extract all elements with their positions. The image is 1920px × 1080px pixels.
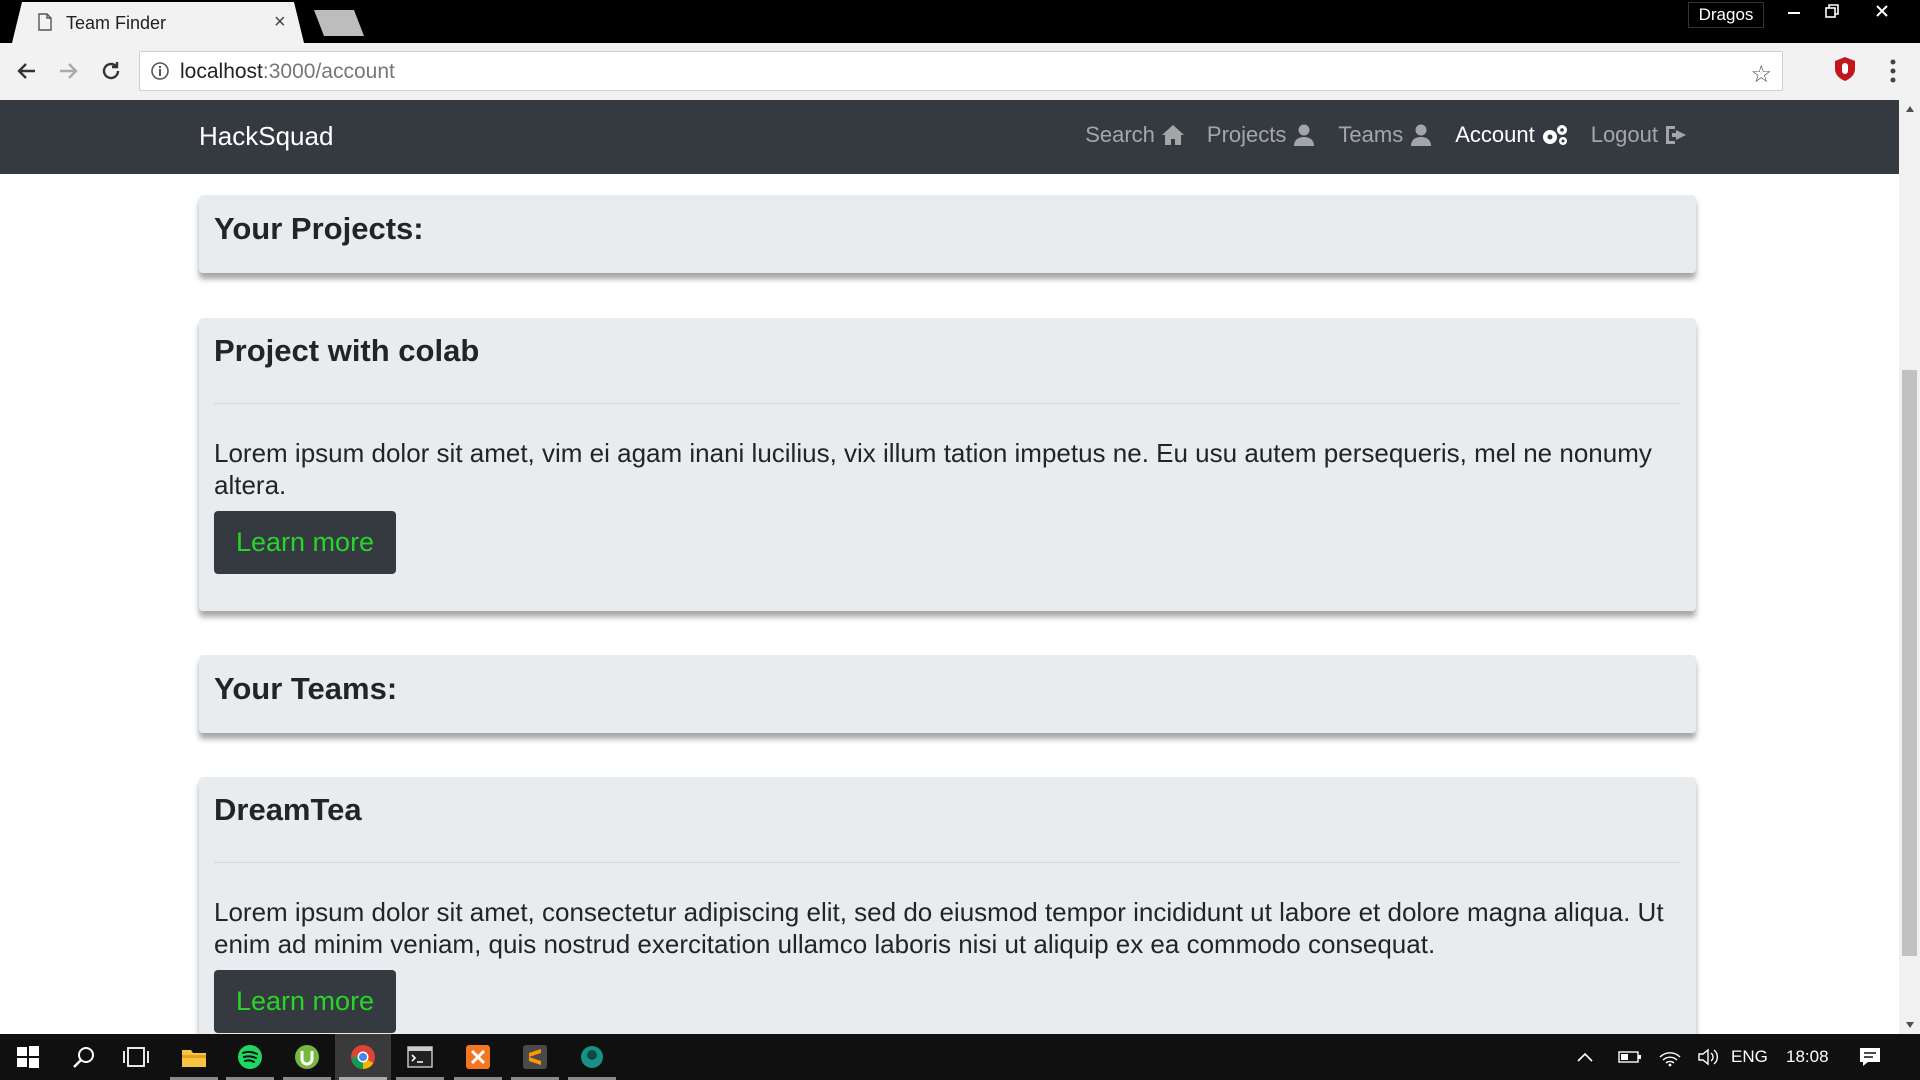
project-card: Project with colab Lorem ipsum dolor sit… xyxy=(199,318,1696,611)
page-viewport: HackSquad Search Projects Teams Account xyxy=(0,100,1899,1034)
windows-taskbar: ENG 18:08 xyxy=(0,1034,1920,1080)
windows-start-icon[interactable] xyxy=(0,1034,56,1080)
chrome-icon[interactable] xyxy=(335,1034,391,1080)
page-scrollbar[interactable] xyxy=(1899,100,1920,1034)
terminal-icon[interactable] xyxy=(392,1034,448,1080)
xampp-icon[interactable] xyxy=(450,1034,506,1080)
file-explorer-icon[interactable] xyxy=(166,1034,222,1080)
sublime-text-icon[interactable] xyxy=(507,1034,563,1080)
ublock-extension-icon[interactable] xyxy=(1831,55,1859,83)
nav-logout[interactable]: Logout xyxy=(1591,122,1688,148)
new-tab-button[interactable] xyxy=(314,10,364,36)
close-window-icon[interactable] xyxy=(1862,0,1902,28)
clock[interactable]: 18:08 xyxy=(1786,1047,1829,1067)
search-icon[interactable] xyxy=(56,1034,112,1080)
team-description: Lorem ipsum dolor sit amet, consectetur … xyxy=(214,897,1664,959)
tab-title: Team Finder xyxy=(66,13,167,33)
brand-logo[interactable]: HackSquad xyxy=(199,121,333,152)
forward-icon[interactable] xyxy=(52,55,84,87)
teams-heading-card: Your Teams: xyxy=(199,655,1696,733)
info-icon[interactable] xyxy=(150,61,170,81)
gitkraken-icon[interactable] xyxy=(564,1034,620,1080)
user-icon xyxy=(1411,124,1432,146)
project-learn-more-button[interactable]: Learn more xyxy=(214,511,397,574)
tab-close-icon[interactable]: × xyxy=(274,11,286,34)
reload-icon[interactable] xyxy=(95,55,127,87)
volume-icon[interactable] xyxy=(1690,1034,1726,1080)
spotify-icon[interactable] xyxy=(222,1034,278,1080)
nav-links: Search Projects Teams Account Logout xyxy=(1085,122,1688,148)
battery-icon[interactable] xyxy=(1612,1034,1648,1080)
wifi-icon[interactable] xyxy=(1652,1034,1688,1080)
browser-menu-icon[interactable] xyxy=(1883,55,1903,87)
teams-heading: Your Teams: xyxy=(214,671,398,706)
scroll-thumb[interactable] xyxy=(1902,370,1917,956)
browser-titlebar: Team Finder × Dragos xyxy=(0,0,1920,43)
projects-heading: Your Projects: xyxy=(214,211,424,246)
team-learn-more-button[interactable]: Learn more xyxy=(214,970,397,1033)
minimize-icon[interactable] xyxy=(1774,0,1814,28)
nav-teams[interactable]: Teams xyxy=(1338,122,1433,148)
project-title: Project with colab xyxy=(214,333,480,368)
browser-toolbar: localhost:3000/account ☆ xyxy=(0,43,1920,100)
divider xyxy=(214,403,1681,404)
action-center-icon[interactable] xyxy=(1845,1034,1895,1080)
home-icon xyxy=(1161,125,1184,145)
team-card: DreamTea Lorem ipsum dolor sit amet, con… xyxy=(199,777,1696,1034)
profile-button[interactable]: Dragos xyxy=(1688,2,1764,28)
team-title: DreamTea xyxy=(214,792,362,827)
address-bar[interactable]: localhost:3000/account ☆ xyxy=(139,51,1783,91)
nav-account[interactable]: Account xyxy=(1455,122,1569,148)
utorrent-icon[interactable] xyxy=(279,1034,335,1080)
user-icon xyxy=(1294,124,1315,146)
divider xyxy=(214,862,1681,863)
show-hidden-icons-icon[interactable] xyxy=(1567,1034,1603,1080)
url-text[interactable]: localhost:3000/account xyxy=(180,60,395,84)
task-view-icon[interactable] xyxy=(108,1034,164,1080)
nav-search[interactable]: Search xyxy=(1085,122,1185,148)
project-description: Lorem ipsum dolor sit amet, vim ei agam … xyxy=(214,438,1652,500)
back-icon[interactable] xyxy=(11,55,43,87)
projects-heading-card: Your Projects: xyxy=(199,195,1696,273)
scroll-up-arrow-icon[interactable] xyxy=(1899,100,1920,118)
language-indicator[interactable]: ENG xyxy=(1731,1047,1768,1067)
cogs-icon xyxy=(1542,125,1567,145)
bookmark-star-icon[interactable]: ☆ xyxy=(1750,60,1772,89)
scroll-down-arrow-icon[interactable] xyxy=(1899,1016,1920,1034)
sign-out-icon xyxy=(1666,126,1686,144)
nav-projects[interactable]: Projects xyxy=(1207,122,1316,148)
restore-icon[interactable] xyxy=(1812,0,1852,28)
browser-tab[interactable]: Team Finder × xyxy=(12,2,304,43)
site-navbar: HackSquad Search Projects Teams Account xyxy=(0,100,1899,174)
page-icon xyxy=(38,13,52,31)
